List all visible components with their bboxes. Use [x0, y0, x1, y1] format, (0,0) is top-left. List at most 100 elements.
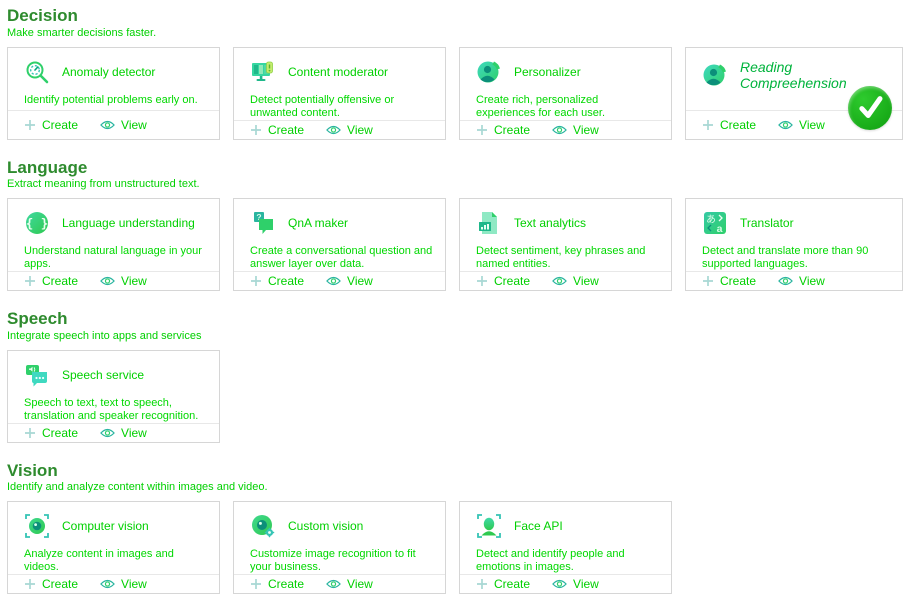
plus-icon [250, 275, 262, 287]
view-button[interactable]: View [552, 274, 599, 288]
create-button[interactable]: Create [24, 577, 78, 591]
create-button[interactable]: Create [250, 577, 304, 591]
plus-icon [250, 578, 262, 590]
section-title: Vision [7, 461, 914, 481]
card-title: Speech service [62, 368, 144, 382]
section-vision: Vision Identify and analyze content with… [7, 461, 914, 594]
create-button[interactable]: Create [24, 118, 78, 132]
svg-text:a: a [717, 223, 723, 235]
eye-icon [100, 427, 115, 439]
card-row: Speech service Speech to text, text to s… [7, 350, 914, 443]
card-custom-vision: Custom vision Customize image recognitio… [233, 501, 446, 594]
plus-icon [476, 124, 488, 136]
card-anomaly-detector: Anomaly detector Identify potential prob… [7, 47, 220, 140]
qna-maker-icon: ? [250, 210, 276, 236]
card-description: Identify potential problems early on. [24, 94, 207, 107]
view-button[interactable]: View [100, 274, 147, 288]
plus-icon [24, 275, 36, 287]
anomaly-detector-icon [24, 59, 50, 85]
card-description: Understand natural language in your apps… [24, 245, 207, 271]
create-button[interactable]: Create [476, 577, 530, 591]
create-button[interactable]: Create [702, 118, 756, 132]
plus-icon [702, 275, 714, 287]
svg-text:あ: あ [706, 215, 716, 226]
section-language: Language Extract meaning from unstructur… [7, 158, 914, 292]
view-button[interactable]: View [326, 123, 373, 137]
card-computer-vision: Computer vision Analyze content in image… [7, 501, 220, 594]
card-title: Anomaly detector [62, 65, 155, 79]
create-button[interactable]: Create [250, 274, 304, 288]
view-button[interactable]: View [778, 118, 825, 132]
eye-icon [778, 275, 793, 287]
view-button[interactable]: View [100, 426, 147, 440]
reading-comprehension-icon [702, 62, 728, 88]
card-description: Create a conversational question and ans… [250, 245, 433, 271]
create-button[interactable]: Create [476, 274, 530, 288]
eye-icon [100, 119, 115, 131]
create-button[interactable]: Create [250, 123, 304, 137]
eye-icon [552, 578, 567, 590]
plus-icon [476, 578, 488, 590]
section-title: Speech [7, 309, 914, 329]
card-qna-maker: ? QnA maker Create a conversational ques… [233, 198, 446, 291]
green-checkmark-icon [848, 86, 892, 130]
create-button[interactable]: Create [24, 426, 78, 440]
eye-icon [326, 124, 341, 136]
plus-icon [24, 427, 36, 439]
create-button[interactable]: Create [24, 274, 78, 288]
view-button[interactable]: View [326, 577, 373, 591]
card-row: Anomaly detector Identify potential prob… [7, 47, 914, 140]
card-title: Personalizer [514, 65, 581, 79]
face-api-icon [476, 513, 502, 539]
card-title: Custom vision [288, 519, 363, 533]
card-translator: あ a Translator Detect and translate more… [685, 198, 903, 291]
card-row: Computer vision Analyze content in image… [7, 501, 914, 594]
section-title: Language [7, 158, 914, 178]
card-face-api: Face API Detect and identify people and … [459, 501, 672, 594]
plus-icon [24, 119, 36, 131]
eye-icon [326, 578, 341, 590]
section-subtitle: Integrate speech into apps and services [7, 330, 914, 342]
card-personalizer: Personalizer Create rich, personalized e… [459, 47, 672, 140]
eye-icon [326, 275, 341, 287]
custom-vision-icon [250, 513, 276, 539]
card-description: Detect sentiment, key phrases and named … [476, 245, 659, 271]
plus-icon [24, 578, 36, 590]
card-title: QnA maker [288, 216, 348, 230]
card-speech-service: Speech service Speech to text, text to s… [7, 350, 220, 443]
content-moderator-icon [250, 59, 276, 85]
view-button[interactable]: View [100, 118, 147, 132]
card-title: Text analytics [514, 216, 586, 230]
view-button[interactable]: View [552, 123, 599, 137]
card-description: Detect and identify people and emotions … [476, 548, 659, 574]
speech-service-icon [24, 362, 50, 388]
card-content-moderator: Content moderator Detect potentially off… [233, 47, 446, 140]
computer-vision-icon [24, 513, 50, 539]
section-title: Decision [7, 6, 914, 26]
section-subtitle: Identify and analyze content within imag… [7, 481, 914, 493]
card-description: Detect and translate more than 90 suppor… [702, 245, 890, 271]
card-description: Detect potentially offensive or unwanted… [250, 94, 433, 120]
create-button[interactable]: Create [702, 274, 756, 288]
plus-icon [702, 119, 714, 131]
eye-icon [100, 275, 115, 287]
text-analytics-icon [476, 210, 502, 236]
card-title: Language understanding [62, 216, 195, 230]
view-button[interactable]: View [326, 274, 373, 288]
section-decision: Decision Make smarter decisions faster. … [7, 6, 914, 140]
section-subtitle: Make smarter decisions faster. [7, 27, 914, 39]
card-row: { } Language understanding Understand na… [7, 198, 914, 291]
view-button[interactable]: View [778, 274, 825, 288]
view-button[interactable]: View [100, 577, 147, 591]
eye-icon [552, 124, 567, 136]
eye-icon [778, 119, 793, 131]
view-button[interactable]: View [552, 577, 599, 591]
create-button[interactable]: Create [476, 123, 530, 137]
card-description: Customize image recognition to fit your … [250, 548, 433, 574]
cognitive-services-page: Decision Make smarter decisions faster. … [0, 0, 914, 594]
plus-icon [476, 275, 488, 287]
eye-icon [552, 275, 567, 287]
card-title: Computer vision [62, 519, 149, 533]
svg-text:{ }: { } [26, 216, 49, 231]
card-reading-comprehension: Reading Compreehension Create View [685, 47, 903, 140]
